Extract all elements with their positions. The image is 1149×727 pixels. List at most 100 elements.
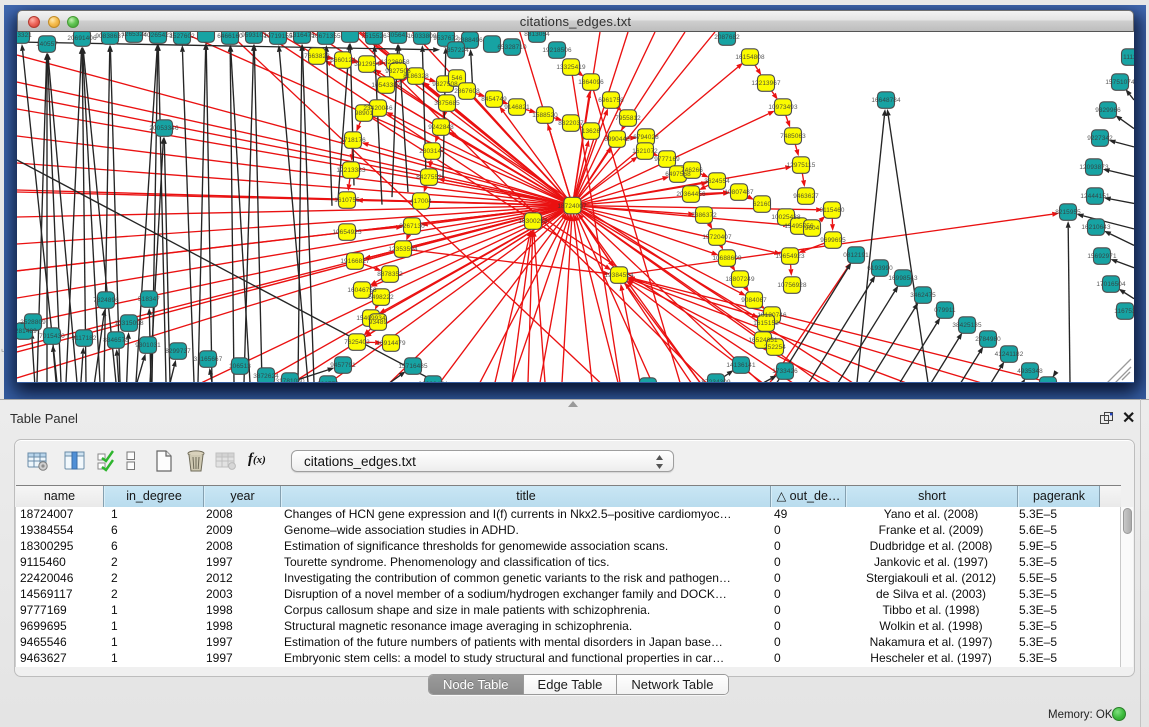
svg-text:41241182: 41241182: [995, 351, 1024, 358]
svg-text:19218506: 19218506: [542, 47, 572, 54]
svg-text:8660124: 8660124: [330, 57, 356, 64]
svg-text:31165667: 31165667: [194, 356, 223, 363]
svg-text:9537672: 9537672: [433, 35, 459, 42]
svg-text:326773: 326773: [317, 381, 339, 383]
svg-text:98901: 98901: [355, 110, 374, 117]
svg-text:7663822: 7663822: [304, 53, 330, 60]
svg-text:6794028: 6794028: [633, 134, 659, 141]
svg-text:8454749: 8454749: [481, 96, 507, 103]
svg-text:19384554: 19384554: [604, 272, 634, 279]
svg-text:10973493: 10973493: [768, 104, 798, 111]
svg-text:18807249: 18807249: [725, 276, 755, 283]
svg-text:15716485: 15716485: [398, 363, 428, 370]
svg-text:62160: 62160: [753, 201, 772, 208]
svg-text:16914479: 16914479: [376, 340, 406, 347]
svg-text:9084067: 9084067: [741, 297, 767, 304]
svg-text:417004: 417004: [410, 198, 432, 205]
svg-text:1733426: 1733426: [772, 368, 798, 375]
svg-text:9604: 9604: [805, 225, 820, 232]
svg-text:65328710: 65328710: [497, 44, 527, 51]
svg-text:14136141: 14136141: [726, 362, 756, 369]
svg-text:7515526: 7515526: [361, 33, 387, 40]
svg-text:31781080: 31781080: [275, 378, 305, 383]
svg-text:1610755: 1610755: [334, 197, 360, 204]
svg-text:8878352: 8878352: [377, 271, 403, 278]
svg-text:15751074: 15751074: [1105, 79, 1134, 86]
svg-text:20691406: 20691406: [67, 35, 97, 42]
svg-text:12353594: 12353594: [388, 246, 418, 253]
svg-text:6193990: 6193990: [867, 265, 893, 272]
svg-text:9329966: 9329966: [1095, 107, 1121, 114]
svg-text:116753: 116753: [1114, 308, 1134, 315]
svg-text:4935348: 4935348: [1017, 368, 1043, 375]
svg-text:079911: 079911: [934, 307, 956, 314]
svg-text:16210643: 16210643: [1081, 224, 1111, 231]
svg-text:8267130: 8267130: [399, 223, 425, 230]
svg-text:8322037: 8322037: [558, 120, 584, 127]
svg-text:3624554: 3624554: [704, 178, 730, 185]
svg-text:10025438: 10025438: [771, 214, 801, 221]
svg-text:8346578: 8346578: [103, 337, 129, 344]
svg-text:9301031: 9301031: [135, 342, 161, 349]
svg-text:2803144: 2803144: [419, 148, 445, 155]
svg-text:10807487: 10807487: [724, 189, 754, 196]
svg-text:1621072: 1621072: [632, 148, 658, 155]
svg-text:8281489: 8281489: [17, 328, 37, 335]
svg-text:3462475: 3462475: [910, 292, 936, 299]
svg-text:17016504: 17016504: [1096, 281, 1126, 288]
svg-text:16524851: 16524851: [748, 337, 778, 344]
svg-text:1588520: 1588520: [532, 112, 558, 119]
svg-text:043321: 043321: [17, 32, 32, 39]
svg-text:12213383: 12213383: [336, 167, 366, 174]
svg-text:7357224: 7357224: [443, 47, 469, 54]
svg-text:8299737: 8299737: [165, 348, 191, 355]
svg-text:1527602: 1527602: [169, 33, 195, 40]
svg-text:18724007: 18724007: [557, 203, 587, 210]
svg-text:5498222: 5498222: [368, 294, 394, 301]
svg-text:8215955: 8215955: [1055, 209, 1081, 216]
svg-text:13226058: 13226058: [380, 59, 410, 66]
svg-text:6961758: 6961758: [598, 97, 624, 104]
svg-text:20364456: 20364456: [676, 191, 706, 198]
svg-text:8427552: 8427552: [416, 174, 442, 181]
svg-text:9227342: 9227342: [1087, 135, 1113, 142]
svg-text:2388496: 2388496: [457, 37, 483, 44]
svg-text:16046756: 16046756: [347, 287, 377, 294]
svg-text:1615152: 1615152: [753, 320, 779, 327]
svg-text:2087682: 2087682: [714, 34, 740, 41]
svg-text:12213967: 12213967: [751, 80, 781, 87]
svg-text:10756928: 10756928: [777, 282, 807, 289]
svg-text:7625402: 7625402: [344, 339, 370, 346]
svg-text:7485063: 7485063: [780, 133, 806, 140]
svg-text:746266: 746266: [681, 167, 703, 174]
svg-text:7015430: 7015430: [39, 333, 65, 340]
svg-text:87234309: 87234309: [701, 379, 731, 383]
svg-text:38425135: 38425135: [952, 322, 982, 329]
svg-text:9699695: 9699695: [820, 237, 846, 244]
svg-text:9242848: 9242848: [428, 124, 454, 131]
svg-text:20053346: 20053346: [149, 125, 179, 132]
svg-text:16998543: 16998543: [888, 275, 918, 282]
svg-text:10671355: 10671355: [311, 33, 341, 40]
svg-text:10654925: 10654925: [332, 229, 362, 236]
svg-text:305641: 305641: [387, 32, 409, 39]
svg-text:518347: 518347: [138, 296, 160, 303]
svg-text:9457791: 9457791: [330, 362, 356, 369]
svg-text:2784980: 2784980: [975, 336, 1001, 343]
svg-text:02606474: 02606474: [418, 381, 448, 383]
svg-text:0812191: 0812191: [843, 252, 869, 259]
svg-text:2528809: 2528809: [20, 319, 46, 326]
svg-text:7824896: 7824896: [93, 297, 119, 304]
svg-text:9463627: 9463627: [793, 193, 819, 200]
svg-text:12093873: 12093873: [1079, 164, 1109, 171]
svg-text:8186328: 8186328: [403, 73, 429, 80]
svg-text:9777169: 9777169: [654, 156, 680, 163]
svg-text:1112: 1112: [1123, 54, 1134, 61]
svg-text:6466160: 6466160: [217, 33, 243, 40]
svg-text:13315098: 13315098: [114, 320, 144, 327]
svg-text:16154808: 16154808: [735, 54, 765, 61]
svg-text:140557: 140557: [36, 41, 58, 48]
svg-text:2718176: 2718176: [340, 137, 366, 144]
svg-text:19166827: 19166827: [340, 258, 370, 265]
svg-text:10543382: 10543382: [371, 82, 401, 89]
